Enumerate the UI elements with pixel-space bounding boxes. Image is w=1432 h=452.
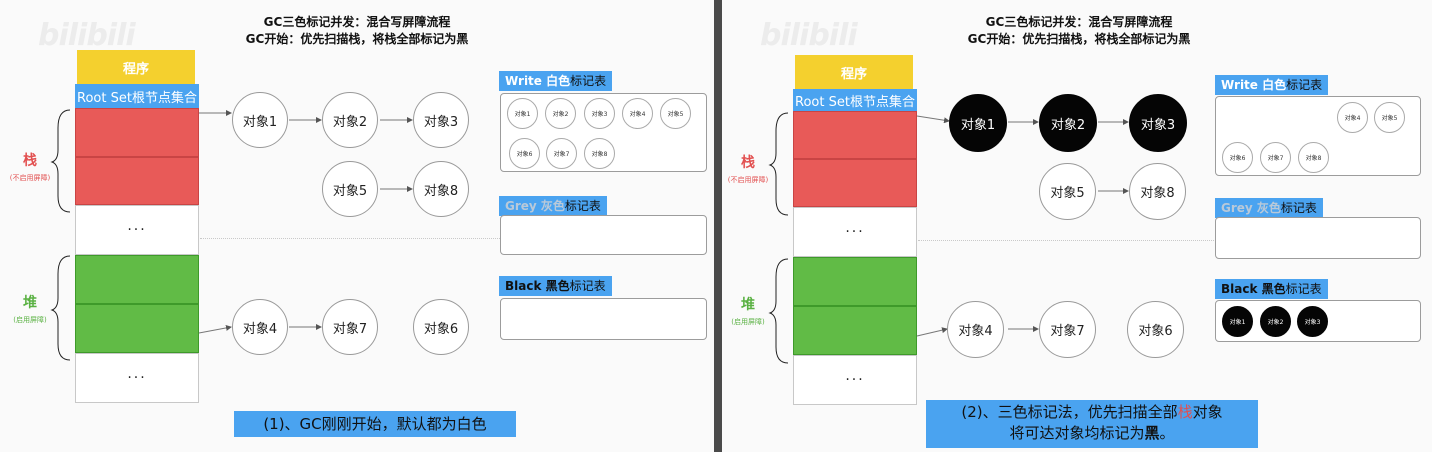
object-node-5: 对象5 [322,161,378,217]
white-table-label: Write 白色标记表 [1215,75,1329,95]
white-mini-object-4: 对象4 [1337,102,1368,133]
object-node-5: 对象5 [1039,163,1096,220]
white-mini-object-1: 对象1 [507,98,538,129]
grey-table-box [500,215,707,255]
white-mini-object-5: 对象5 [1374,102,1405,133]
white-table-box: 对象1 对象2 对象3 对象4 对象5 对象6 对象7 对象8 [500,93,707,172]
white-mini-object-2: 对象2 [545,98,576,129]
white-mini-object-8: 对象8 [1298,142,1329,173]
object-node-1: 对象1 [949,94,1007,152]
white-mini-object-3: 对象3 [584,98,615,129]
white-table-box: 对象4 对象5 对象6 对象7 对象8 [1215,96,1421,176]
caption-line-1: (2)、三色标记法，优先扫描全部栈对象 [961,403,1223,421]
caption-line-2: 将可达对象均标记为黑。 [1009,424,1175,442]
object-node-6: 对象6 [413,299,469,355]
grey-table-box [1215,217,1421,259]
object-node-8: 对象8 [1129,163,1186,220]
white-mini-object-7: 对象7 [546,138,577,169]
black-mini-object-1: 对象1 [1222,306,1253,337]
black-table-box: 对象1 对象2 对象3 [1215,300,1421,342]
object-node-7: 对象7 [1039,301,1096,358]
object-node-6: 对象6 [1127,301,1184,358]
grey-table-label: Grey 灰色标记表 [1215,198,1323,218]
black-table-label: Black 黑色标记表 [1215,279,1328,299]
white-mini-object-8: 对象8 [584,138,615,169]
object-node-4: 对象4 [947,301,1004,358]
slide-gc-start: bilibili GC三色标记并发：混合写屏障流程 GC开始：优先扫描栈，将栈全… [0,0,714,452]
object-node-2: 对象2 [322,92,378,148]
step-caption-2: (2)、三色标记法，优先扫描全部栈对象 将可达对象均标记为黑。 [926,400,1258,448]
object-node-1: 对象1 [232,92,288,148]
object-node-8: 对象8 [413,161,469,217]
black-table-label: Black 黑色标记表 [499,276,612,296]
object-node-3: 对象3 [413,92,469,148]
object-node-7: 对象7 [322,299,378,355]
step-caption-1: (1)、GC刚刚开始，默认都为白色 [234,411,516,437]
object-node-4: 对象4 [232,299,288,355]
black-mini-object-2: 对象2 [1260,306,1291,337]
white-mini-object-4: 对象4 [622,98,653,129]
grey-table-label: Grey 灰色标记表 [499,196,607,216]
white-mini-object-6: 对象6 [1222,142,1253,173]
object-node-2: 对象2 [1039,94,1097,152]
black-table-box [500,298,707,340]
white-mini-object-6: 对象6 [509,138,540,169]
white-mini-object-7: 对象7 [1260,142,1291,173]
object-node-3: 对象3 [1129,94,1187,152]
black-mini-object-3: 对象3 [1297,306,1328,337]
slide-scan-stack: bilibili GC三色标记并发：混合写屏障流程 GC开始：优先扫描栈，将栈全… [722,0,1432,452]
white-table-label: Write 白色标记表 [499,71,613,91]
white-mini-object-5: 对象5 [660,98,691,129]
